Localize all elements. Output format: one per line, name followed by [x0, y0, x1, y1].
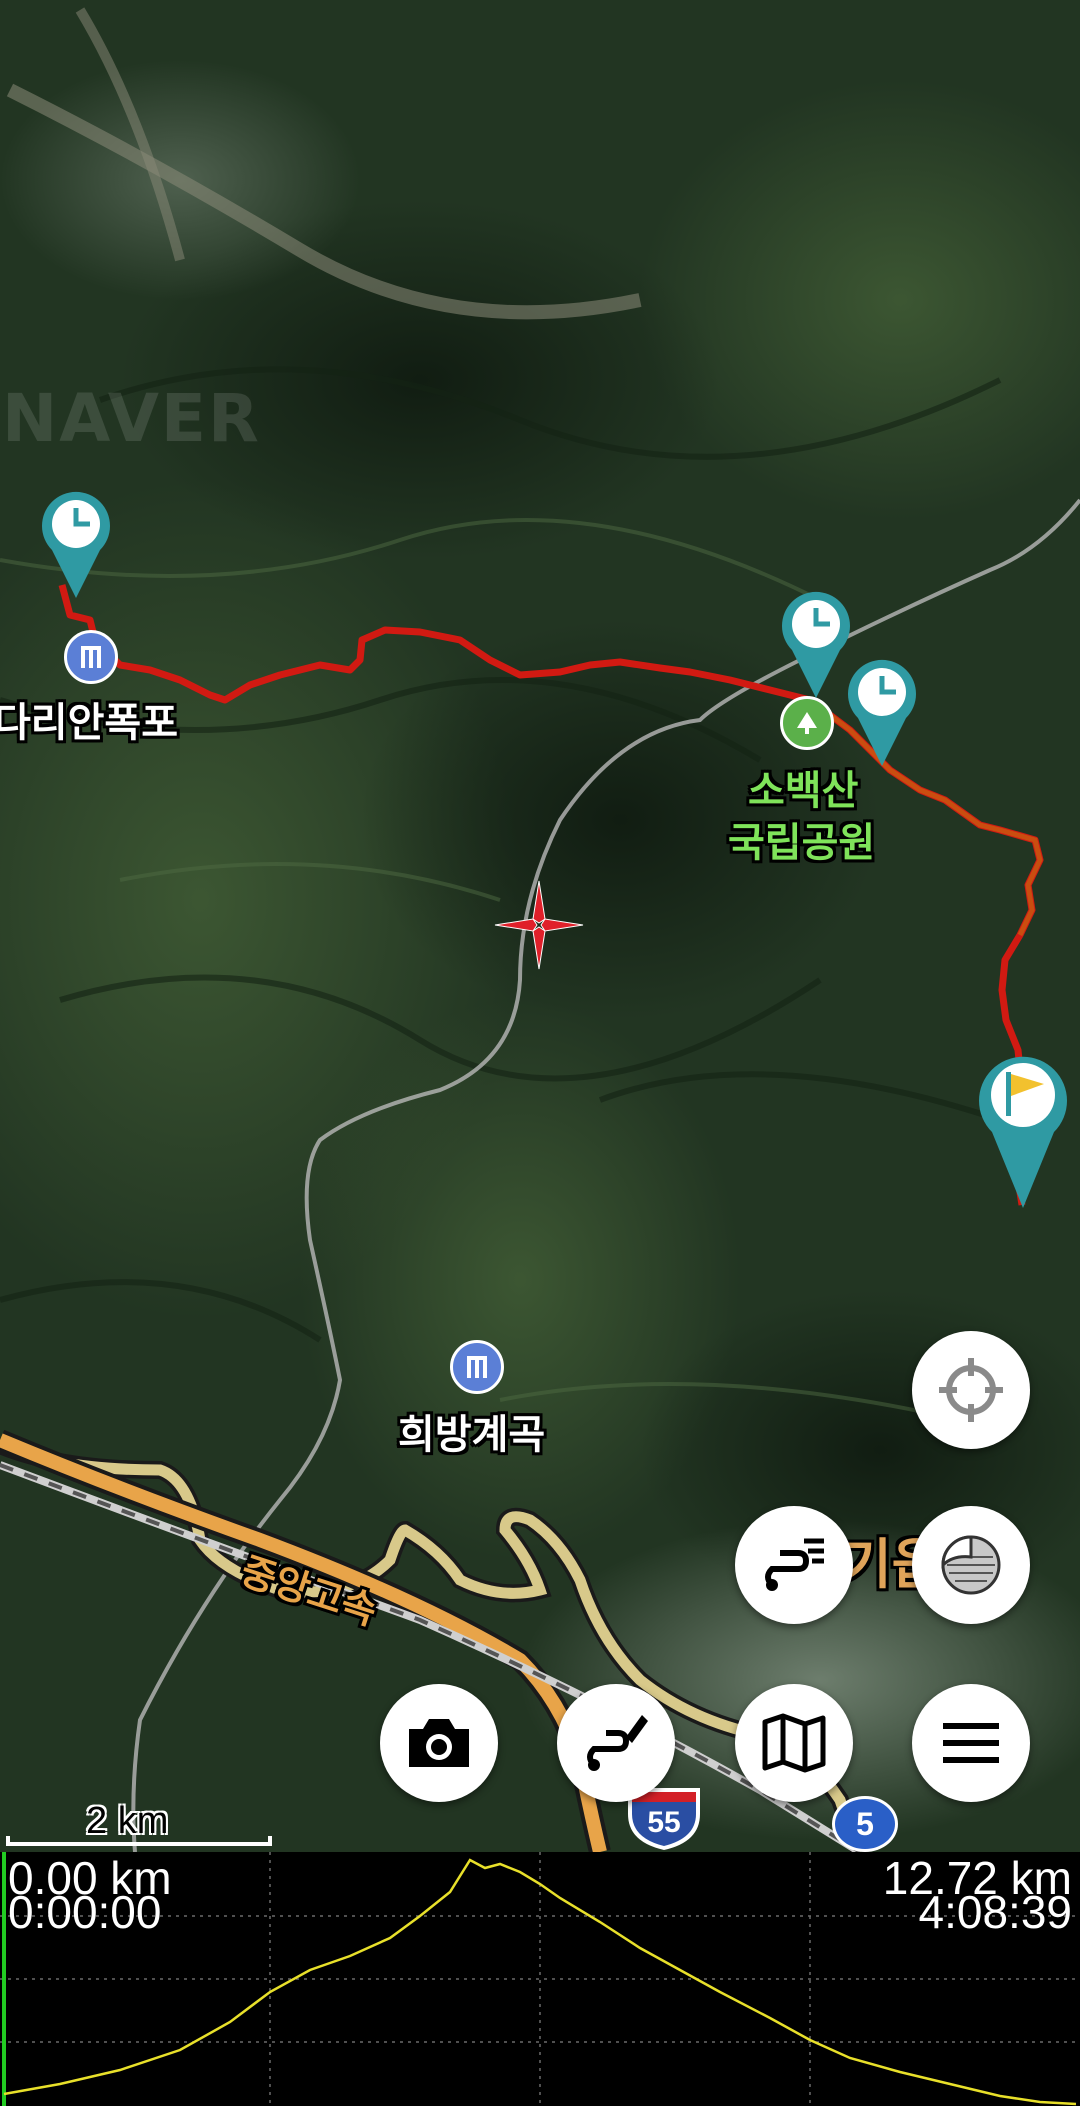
map-watermark: NAVER — [2, 380, 261, 457]
locate-button[interactable] — [912, 1331, 1030, 1449]
valley-poi-icon[interactable] — [450, 1340, 504, 1394]
map-icon — [762, 1713, 826, 1773]
map-view[interactable]: NAVER 다리안폭포 소백산 국립공원 희방계곡 중앙고속 기읍 55 5 2… — [0, 0, 1080, 1852]
place-label-national-park: 국립공원 — [728, 820, 876, 866]
menu-button[interactable] — [912, 1684, 1030, 1802]
waypoint-clock-marker[interactable] — [846, 656, 918, 768]
scale-bar: 2 km — [6, 1800, 272, 1850]
national-road-number: 5 — [856, 1806, 874, 1842]
elevation-profile[interactable]: 0.00 km 0:00:00 12.72 km 4:08:39 — [0, 1852, 1080, 2106]
profile-start-time: 0:00:00 — [8, 1886, 162, 1938]
expressway-shield-number: 55 — [647, 1806, 681, 1839]
profile-end-time: 4:08:39 — [918, 1886, 1072, 1938]
route-list-icon — [765, 1538, 824, 1591]
camera-button[interactable] — [380, 1684, 498, 1802]
menu-icon — [943, 1723, 999, 1763]
scale-bar-line — [6, 1836, 272, 1846]
waterfall-poi-icon[interactable] — [64, 630, 118, 684]
route-list-button[interactable] — [735, 1506, 853, 1624]
camera-icon — [409, 1719, 469, 1767]
draw-route-button[interactable] — [557, 1684, 675, 1802]
national-road-shield-5: 5 — [832, 1796, 902, 1852]
place-label-sobaeksan: 소백산 — [748, 768, 859, 814]
finish-flag-marker[interactable] — [978, 1050, 1068, 1210]
crosshair-locate-icon — [939, 1358, 1003, 1422]
layers-button[interactable] — [912, 1506, 1030, 1624]
place-label-huibang: 희방계곡 — [398, 1412, 546, 1458]
draw-route-icon — [587, 1715, 648, 1771]
park-poi-icon[interactable] — [780, 696, 834, 750]
place-label-dariyan: 다리안폭포 — [0, 700, 178, 746]
layers-icon — [941, 1535, 1001, 1595]
waypoint-clock-marker[interactable] — [780, 588, 852, 700]
waypoint-clock-marker[interactable] — [40, 488, 112, 600]
map-type-button[interactable] — [735, 1684, 853, 1802]
